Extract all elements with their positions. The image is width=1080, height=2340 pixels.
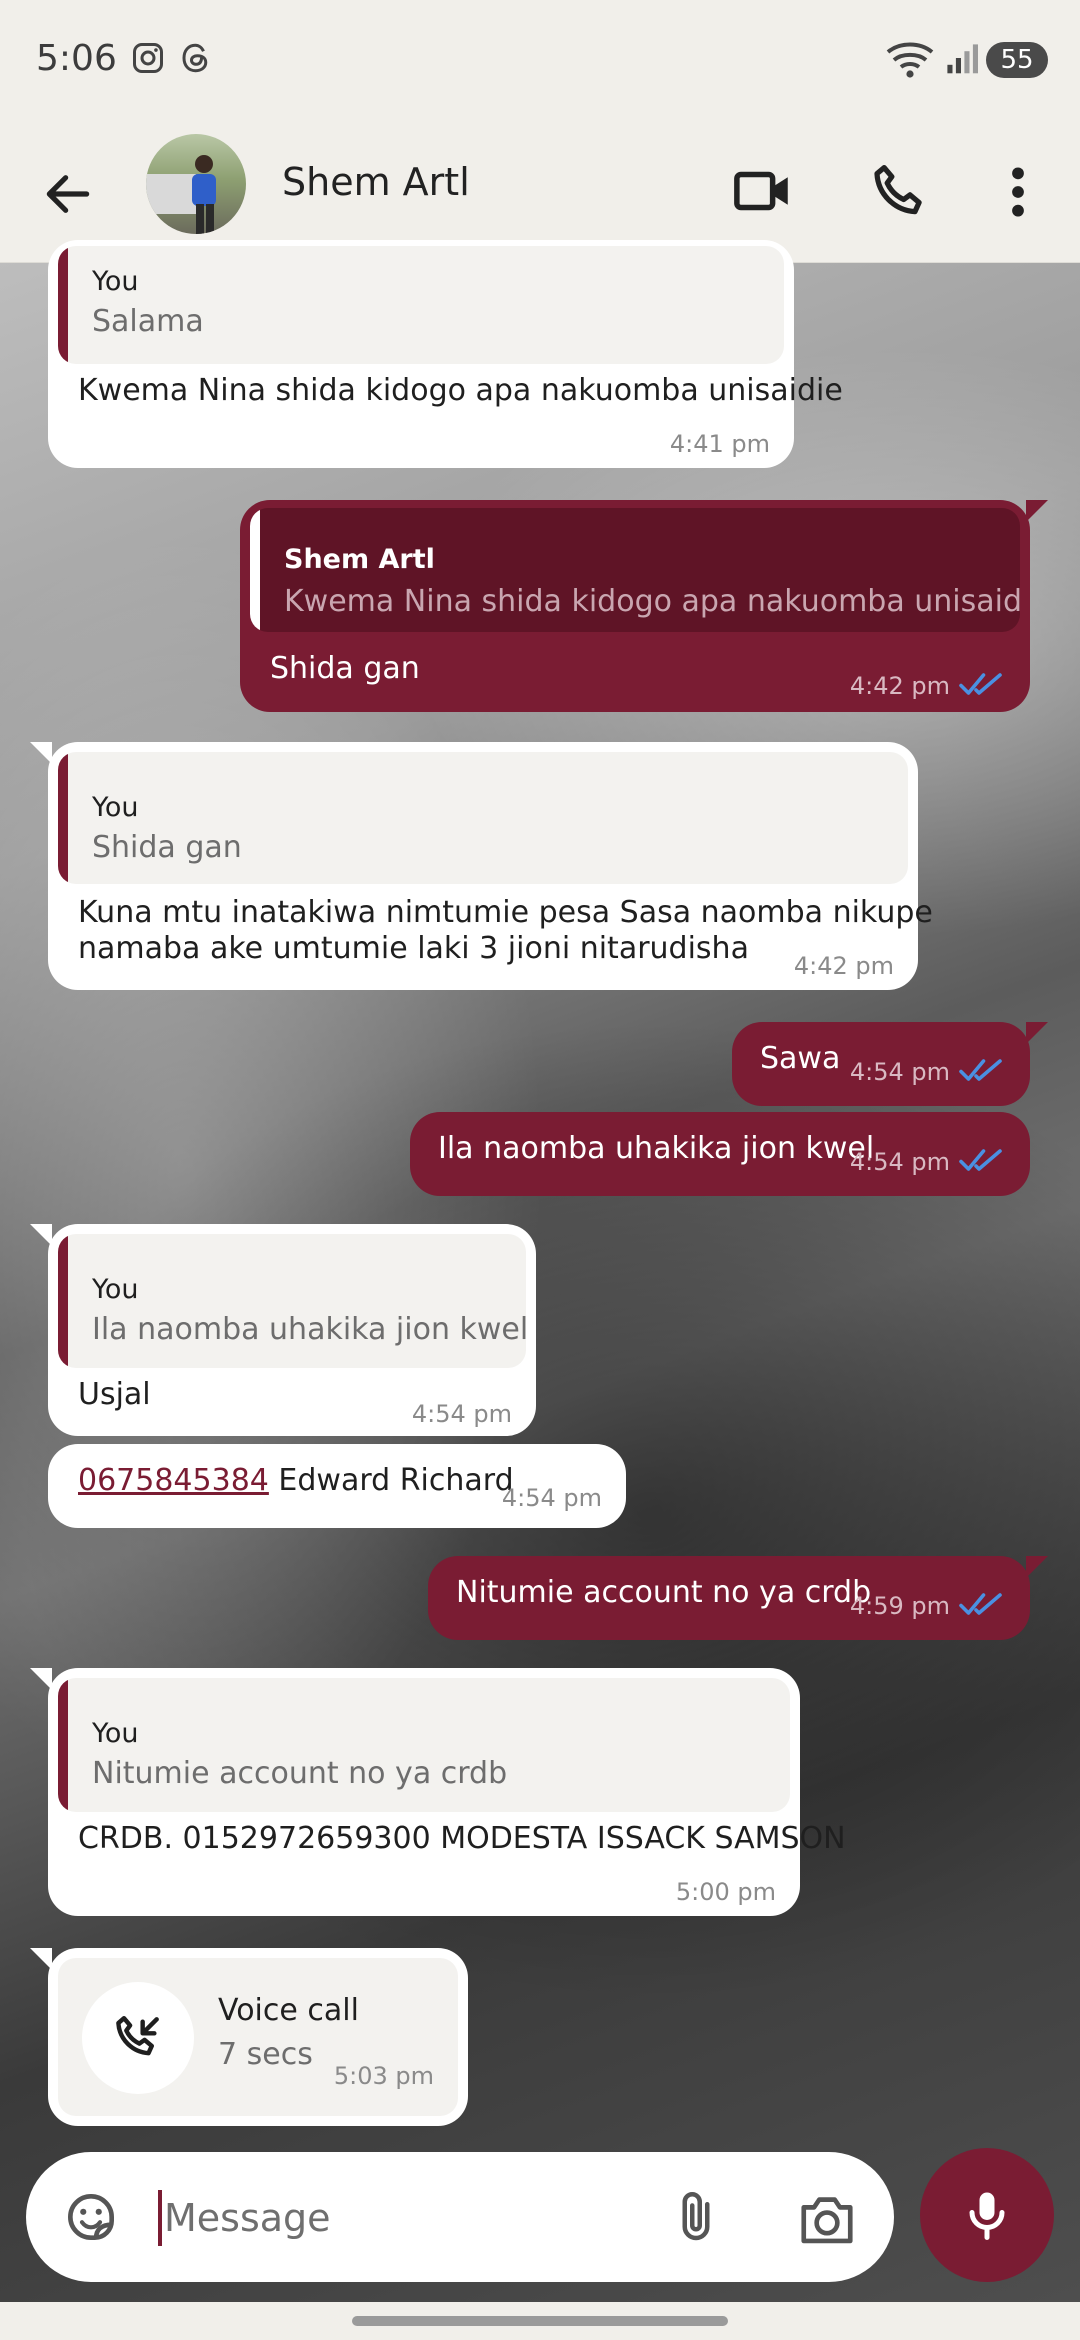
message-text: Nitumie account no ya crdb bbox=[456, 1575, 872, 1610]
message-time: 4:42 pm bbox=[849, 672, 950, 700]
outgoing-message[interactable]: Shem Artl Kwema Nina shida kidogo apa na… bbox=[240, 500, 1048, 712]
quoted-reply[interactable]: You Salama bbox=[58, 246, 784, 364]
back-arrow-icon[interactable] bbox=[40, 166, 96, 222]
quote-text: Kwema Nina shida kidogo apa nakuomba uni… bbox=[284, 584, 1020, 619]
phone-call-icon[interactable] bbox=[866, 158, 932, 224]
message-time: 4:54 pm bbox=[501, 1484, 602, 1512]
message-text: 0675845384 Edward Richard bbox=[78, 1462, 514, 1500]
outgoing-message[interactable]: Ila naomba uhakika jion kwel 4:54 pm bbox=[410, 1112, 1030, 1196]
contact-name-text: Edward Richard bbox=[268, 1463, 514, 1498]
incoming-message[interactable]: You Shida gan Kuna mtu inatakiwa nimtumi… bbox=[30, 742, 933, 990]
threads-icon bbox=[182, 43, 208, 73]
quote-author: You bbox=[92, 266, 139, 297]
quote-accent-bar bbox=[250, 508, 260, 632]
quote-accent-bar bbox=[58, 246, 68, 364]
quote-text: Shida gan bbox=[92, 830, 242, 865]
message-text: Kwema Nina shida kidogo apa nakuomba uni… bbox=[78, 373, 843, 408]
chat-screen: 5:06 55 Shem Artl You Salama Kwema Nina … bbox=[0, 0, 1080, 2340]
message-time: 5:00 pm bbox=[675, 1878, 776, 1906]
outgoing-message[interactable]: Sawa 4:54 pm bbox=[732, 1022, 1048, 1106]
quote-accent-bar bbox=[58, 752, 68, 884]
status-bar: 5:06 55 bbox=[0, 0, 1080, 130]
quoted-reply[interactable]: You Nitumie account no ya crdb bbox=[58, 1678, 790, 1812]
read-ticks-icon bbox=[959, 673, 1002, 695]
call-duration: 7 secs bbox=[218, 2037, 313, 2072]
quote-text: Nitumie account no ya crdb bbox=[92, 1756, 508, 1791]
message-time: 4:59 pm bbox=[849, 1592, 950, 1620]
message-text: Sawa bbox=[760, 1041, 841, 1076]
quote-author: You bbox=[92, 1718, 139, 1749]
message-text-line: Kuna mtu inatakiwa nimtumie pesa Sasa na… bbox=[78, 895, 933, 930]
incoming-message[interactable]: You Nitumie account no ya crdb CRDB. 015… bbox=[30, 1668, 846, 1916]
quote-accent-bar bbox=[58, 1678, 68, 1812]
attachment-icon[interactable] bbox=[666, 2188, 726, 2248]
sticker-icon[interactable] bbox=[60, 2186, 122, 2248]
camera-icon[interactable] bbox=[796, 2190, 858, 2248]
microphone-icon bbox=[969, 2192, 1005, 2240]
quoted-reply[interactable]: You Shida gan bbox=[58, 752, 908, 884]
quote-author: You bbox=[92, 792, 139, 823]
battery-indicator: 55 bbox=[986, 42, 1048, 78]
voice-message-button[interactable] bbox=[920, 2148, 1054, 2282]
contact-name[interactable]: Shem Artl bbox=[282, 160, 470, 204]
incoming-message[interactable]: You Ila naomba uhakika jion kwel Usjal 4… bbox=[30, 1224, 536, 1436]
quoted-reply[interactable]: Shem Artl Kwema Nina shida kidogo apa na… bbox=[250, 508, 1020, 632]
quote-text: Ila naomba uhakika jion kwel bbox=[92, 1312, 526, 1347]
quote-author: You bbox=[92, 1274, 139, 1305]
message-time: 5:03 pm bbox=[333, 2062, 434, 2090]
status-time: 5:06 bbox=[36, 38, 117, 79]
avatar-photo bbox=[146, 155, 216, 234]
call-icon-circle bbox=[82, 1982, 194, 2094]
message-input[interactable] bbox=[158, 2190, 686, 2246]
message-text: Usjal bbox=[78, 1377, 151, 1412]
message-time: 4:41 pm bbox=[669, 430, 770, 458]
quoted-reply[interactable]: You Ila naomba uhakika jion kwel bbox=[58, 1234, 526, 1368]
message-text-line: namaba ake umtumie laki 3 jioni nitarudi… bbox=[78, 931, 749, 966]
read-ticks-icon bbox=[959, 1059, 1002, 1081]
outgoing-message[interactable]: Nitumie account no ya crdb 4:59 pm bbox=[428, 1556, 1048, 1640]
incoming-message[interactable]: 0675845384 Edward Richard 4:54 pm bbox=[48, 1444, 626, 1528]
navigation-bar bbox=[0, 2302, 1080, 2340]
message-time: 4:54 pm bbox=[849, 1058, 950, 1086]
message-text: Ila naomba uhakika jion kwel bbox=[438, 1131, 875, 1166]
message-text: CRDB. 0152972659300 MODESTA ISSACK SAMSO… bbox=[78, 1821, 846, 1856]
home-gesture-handle[interactable] bbox=[352, 2316, 728, 2326]
call-card[interactable]: Voice call 7 secs 5:03 pm bbox=[58, 1958, 458, 2116]
quote-author: Shem Artl bbox=[284, 544, 435, 575]
voice-call-message[interactable]: Voice call 7 secs 5:03 pm bbox=[30, 1948, 468, 2126]
message-time: 4:54 pm bbox=[411, 1400, 512, 1428]
signal-icon bbox=[947, 44, 978, 74]
message-text: Shida gan bbox=[270, 651, 420, 686]
more-options-icon[interactable] bbox=[1000, 160, 1036, 224]
wifi-icon bbox=[886, 42, 934, 78]
incoming-message[interactable]: You Salama Kwema Nina shida kidogo apa n… bbox=[48, 240, 843, 468]
call-label: Voice call bbox=[218, 1993, 359, 2028]
read-ticks-icon bbox=[959, 1149, 1002, 1171]
quote-text: Salama bbox=[92, 304, 204, 339]
phone-number-link[interactable]: 0675845384 bbox=[78, 1463, 269, 1498]
message-time: 4:42 pm bbox=[793, 952, 894, 980]
contact-avatar[interactable] bbox=[146, 134, 246, 234]
instagram-icon bbox=[133, 43, 163, 73]
quote-accent-bar bbox=[58, 1234, 68, 1368]
message-time: 4:54 pm bbox=[849, 1148, 950, 1176]
read-ticks-icon bbox=[959, 1593, 1002, 1615]
video-call-icon[interactable] bbox=[730, 158, 796, 224]
incoming-call-icon bbox=[116, 2015, 159, 2056]
message-input-bar bbox=[26, 2152, 894, 2282]
